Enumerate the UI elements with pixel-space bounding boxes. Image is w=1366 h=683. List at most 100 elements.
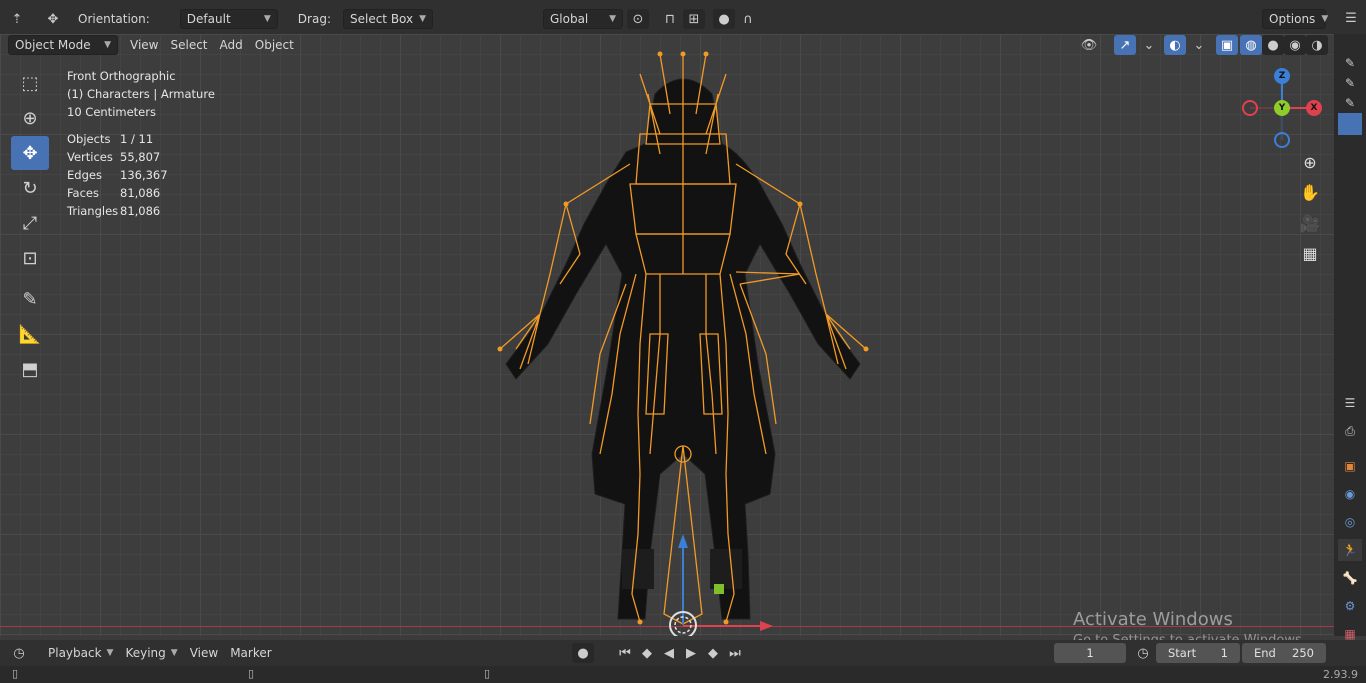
modifier-properties-icon[interactable]: ◉ xyxy=(1338,483,1362,505)
start-label: Start xyxy=(1168,646,1197,660)
stat-key: Vertices xyxy=(67,150,113,164)
wireframe-shading-icon[interactable]: ◍ xyxy=(1240,35,1262,55)
pivot-point-icon[interactable]: ⊙ xyxy=(626,9,649,29)
chevron-down-icon[interactable]: ⌄ xyxy=(1188,35,1210,55)
stat-row: Vertices 55,807 xyxy=(67,148,168,166)
bone-properties-icon[interactable]: 🦴 xyxy=(1338,567,1362,589)
viewport-menubar: Object Mode ▼ View Select Add Object 👁 ↗ … xyxy=(0,34,1344,56)
prev-keyframe-icon[interactable]: ◆ xyxy=(636,643,658,663)
status-bar: ▯ ▯ ▯ 2.93.9 xyxy=(0,666,1366,683)
gizmo-neg-x-axis[interactable] xyxy=(1242,100,1258,116)
measure-icon[interactable]: 📐 xyxy=(11,317,49,351)
chevron-down-icon: ▼ xyxy=(609,14,616,24)
annotate-icon[interactable]: ✎ xyxy=(11,282,49,316)
marker-menu[interactable]: Marker xyxy=(224,643,277,663)
stat-key: Edges xyxy=(67,168,102,182)
orientation-dropdown[interactable]: Default ▼ xyxy=(179,9,278,29)
play-icon[interactable]: ▶ xyxy=(680,643,702,663)
jump-start-icon[interactable]: ⏮ xyxy=(614,643,636,663)
xray-toggle-icon[interactable]: ▣ xyxy=(1216,35,1238,55)
menu-select[interactable]: Select xyxy=(164,35,213,55)
grid-view-icon[interactable]: ▦ xyxy=(1296,239,1324,267)
render-properties-icon[interactable]: ⎙ xyxy=(1338,420,1362,442)
active-collection: (1) Characters | Armature xyxy=(67,87,215,101)
tool-properties-icon[interactable]: ☰ xyxy=(1338,392,1362,414)
start-frame-field[interactable]: Start 1 xyxy=(1156,643,1240,663)
snap-target-icon[interactable]: ⊞ xyxy=(682,9,705,29)
keying-label: Keying xyxy=(125,646,166,660)
falloff-icon[interactable]: ∩ xyxy=(737,9,759,29)
menu-object[interactable]: Object xyxy=(249,35,300,55)
view-name: Front Orthographic xyxy=(67,69,176,83)
playback-menu[interactable]: Playback ▼ xyxy=(42,643,119,663)
chevron-down-icon: ▼ xyxy=(419,14,427,24)
jump-end-icon[interactable]: ⏭ xyxy=(724,643,746,663)
scale-icon[interactable]: ⤢ xyxy=(11,206,49,240)
rotate-icon[interactable]: ↻ xyxy=(11,171,49,205)
overlay-toggle-icon[interactable]: ◐ xyxy=(1164,35,1186,55)
visibility-icon[interactable]: 👁 xyxy=(1078,35,1100,55)
options-label: Options xyxy=(1269,12,1316,26)
drag-value: Select Box xyxy=(349,12,414,26)
end-value: 250 xyxy=(1292,646,1314,660)
viewport-header: ⇡ ✥ Orientation: Default ▼ Drag: Select B… xyxy=(0,0,1366,34)
timeline-editor-icon[interactable]: ◷ xyxy=(8,643,30,663)
object-properties-icon[interactable]: ▣ xyxy=(1338,455,1362,477)
version-label: 2.93.9 xyxy=(1323,668,1358,681)
select-box-icon[interactable]: ⬚ xyxy=(11,66,49,100)
menu-view[interactable]: View xyxy=(124,35,164,55)
3d-viewport[interactable] xyxy=(0,34,1334,636)
physics-properties-icon[interactable]: ◎ xyxy=(1338,511,1362,533)
pan-hand-icon[interactable]: ✋ xyxy=(1296,178,1324,206)
armature-data-icon[interactable]: 🏃 xyxy=(1338,539,1362,561)
play-reverse-icon[interactable]: ◀ xyxy=(658,643,680,663)
sidebar-tool-icon[interactable]: ✎ xyxy=(1338,52,1362,74)
sidebar-view-icon[interactable]: ✎ xyxy=(1338,72,1362,94)
stat-key: Triangles xyxy=(67,204,119,218)
rendered-shading-icon[interactable]: ◑ xyxy=(1306,35,1328,55)
material-shading-icon[interactable]: ◉ xyxy=(1284,35,1306,55)
editor-type-icon[interactable]: ☰ xyxy=(1340,8,1362,28)
drag-label: Drag: xyxy=(297,12,331,26)
menu-add[interactable]: Add xyxy=(214,35,249,55)
cursor-icon[interactable]: ⊕ xyxy=(11,101,49,135)
transform-space-value: Global xyxy=(549,12,589,26)
zoom-icon[interactable]: ⊕ xyxy=(1296,148,1324,176)
solid-shading-icon[interactable]: ● xyxy=(1262,35,1284,55)
proportional-edit-icon[interactable]: ● xyxy=(712,9,735,29)
keying-menu[interactable]: Keying ▼ xyxy=(119,643,183,663)
mouse-left-icon: ▯ xyxy=(12,667,19,680)
character-armature-figure[interactable] xyxy=(0,34,1334,636)
stat-key: Objects xyxy=(67,132,111,146)
sidebar-active-tab[interactable] xyxy=(1338,113,1362,135)
clock-icon[interactable]: ◷ xyxy=(1132,643,1154,663)
gizmo-toggle-icon[interactable]: ↗ xyxy=(1114,35,1136,55)
transform-pivot-icon[interactable]: ⇡ xyxy=(6,9,28,29)
transform-icon[interactable]: ⊡ xyxy=(11,241,49,275)
options-dropdown[interactable]: Options ▼ xyxy=(1262,9,1328,29)
gizmo-neg-z-axis[interactable] xyxy=(1274,132,1290,148)
gizmo-y-axis[interactable]: Y xyxy=(1274,100,1290,116)
chevron-down-icon: ▼ xyxy=(104,40,111,50)
timeline-view-menu[interactable]: View xyxy=(184,643,224,663)
snap-icon[interactable]: ⊓ xyxy=(659,9,681,29)
record-icon[interactable]: ● xyxy=(572,643,594,663)
next-keyframe-icon[interactable]: ◆ xyxy=(702,643,724,663)
orientation-value: Default xyxy=(186,12,231,26)
stat-row: Objects 1 / 11 xyxy=(67,130,168,148)
transform-orientation-dropdown[interactable]: Global ▼ xyxy=(542,9,623,29)
move-icon[interactable]: ✥ xyxy=(11,136,49,170)
drag-dropdown[interactable]: Select Box ▼ xyxy=(342,9,433,29)
sidebar-item-icon[interactable]: ✎ xyxy=(1338,92,1362,114)
gizmo-x-axis[interactable]: X xyxy=(1306,100,1322,116)
gizmo-z-axis[interactable]: Z xyxy=(1274,68,1290,84)
move-gizmo-icon[interactable]: ✥ xyxy=(42,9,64,29)
add-cube-icon[interactable]: ⬒ xyxy=(11,352,49,386)
constraint-properties-icon[interactable]: ⚙ xyxy=(1338,595,1362,617)
camera-icon[interactable]: 🎥 xyxy=(1296,209,1324,237)
end-frame-field[interactable]: End 250 xyxy=(1242,643,1326,663)
mode-dropdown[interactable]: Object Mode ▼ xyxy=(8,35,118,55)
current-frame-field[interactable]: 1 xyxy=(1054,643,1126,663)
tool-shelf: ⬚ ⊕ ✥ ↻ ⤢ ⊡ ✎ 📐 ⬒ xyxy=(8,66,52,387)
chevron-down-icon[interactable]: ⌄ xyxy=(1138,35,1160,55)
